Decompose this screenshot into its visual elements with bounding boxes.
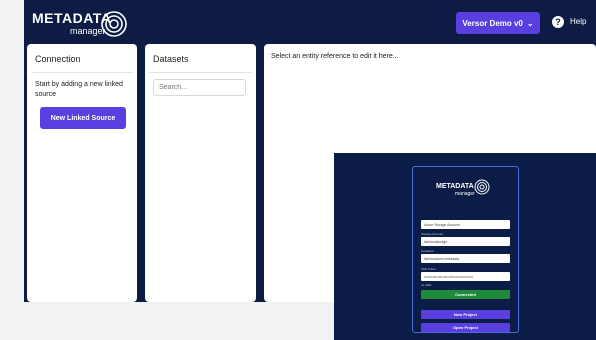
datasets-title: Datasets [153, 54, 189, 64]
new-linked-source-button[interactable]: New Linked Source [40, 107, 126, 129]
sas-token-field[interactable]: •••••••••••••••••••••••••••••••••••••••• [421, 272, 510, 281]
top-bar: METADATA manager Versor Demo v0 ⌄ ? Help [24, 0, 596, 42]
storage-account-field[interactable]: labrhovstorage [421, 237, 510, 246]
connect-button[interactable]: Connected [421, 290, 510, 299]
divider [31, 72, 133, 73]
login-logo: METADATA manager [436, 179, 506, 205]
connection-hint: Start by adding a new linked source [35, 81, 123, 98]
environment-label: Versor Demo v0 [462, 18, 523, 28]
container-label: Container [421, 249, 435, 253]
login-logo-text: METADATA [436, 183, 474, 190]
login-window: METADATA manager Azure Storage Account S… [334, 153, 596, 340]
editor-placeholder: Select an entity reference to edit it he… [271, 53, 399, 60]
connection-panel: Connection Start by adding a new linked … [27, 44, 137, 302]
sas-hint: no valid [421, 283, 432, 287]
login-card: METADATA manager Azure Storage Account S… [412, 166, 519, 333]
storage-account-label: Storage Account [421, 232, 444, 236]
logo: METADATA manager [32, 8, 142, 38]
logo-rings-icon [101, 11, 127, 37]
divider [149, 72, 252, 73]
help-link[interactable]: Help [570, 17, 586, 26]
logo-rings-icon [474, 179, 490, 195]
open-project-button[interactable]: Open Project [421, 323, 510, 332]
chevron-down-icon: ⌄ [526, 18, 534, 28]
new-project-button[interactable]: New Project [421, 310, 510, 319]
auth-type-select[interactable]: Azure Storage Account [421, 220, 510, 229]
datasets-panel: Datasets [145, 44, 256, 302]
sas-token-label: SAS Token [421, 267, 436, 271]
login-logo-subtitle: manager [455, 191, 475, 197]
container-field[interactable]: labrhovstore-metadata [421, 254, 510, 263]
dataset-search-input[interactable] [153, 79, 246, 96]
connection-title: Connection [35, 54, 81, 64]
environment-dropdown[interactable]: Versor Demo v0 ⌄ [456, 12, 540, 34]
help-icon[interactable]: ? [552, 16, 564, 28]
